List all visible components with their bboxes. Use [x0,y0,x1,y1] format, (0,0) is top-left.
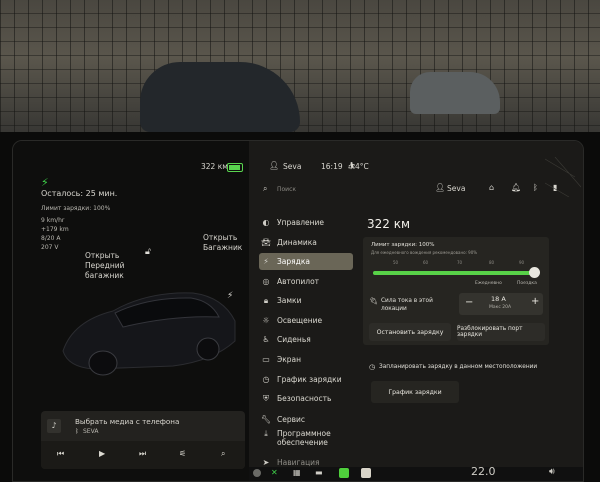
charge-limit-label: Лимит зарядки: 100% [371,242,435,248]
charge-added: +179 km [41,226,69,233]
download-icon: ⤓ [264,429,268,438]
current-stepper: − 18 A Макс 20A + [459,293,543,315]
status-time: 16:19 [321,162,343,171]
menu-item-software[interactable]: ⤓ Программное обеспечение [259,429,353,451]
schedule-label: Запланировать зарядку в данном местополо… [379,364,538,370]
volume-icon[interactable]: 🔊︎ [549,467,555,477]
sun-icon: ☼ [262,316,270,325]
media-player: ♪ Выбрать медиа с телефона ᛒ SEVA ⏮︎ ▶︎ … [41,411,245,469]
equalizer-icon[interactable]: ⚟ [179,449,186,458]
charge-limit-slider-track[interactable] [373,271,539,275]
menu-item-controls[interactable]: ◐ Управление [259,214,353,231]
home-icon[interactable]: ⌂ [489,183,494,192]
map-edge [545,157,581,197]
previous-track-icon[interactable]: ⏮︎ [57,449,64,459]
clock-icon: ◷ [262,375,270,384]
stop-charging-button[interactable]: Остановить зарядку [369,323,451,341]
settings-panel: 👤︎ Seva 16:19 ⛹︎ 4°C ⌕ Поиск 👤︎ Seva ⌂ 🔔… [249,141,583,481]
profile-icon[interactable]: 👤︎ [435,183,445,192]
dock-video-icon[interactable]: ▬ [315,468,323,477]
steering-icon: ◎ [262,277,270,286]
tick-80: 80 [489,260,495,265]
menu-item-dynamics[interactable]: 🚘︎ Динамика [259,234,353,251]
menu-item-charge-schedule[interactable]: ◷ График зарядки [259,371,353,388]
increase-current-button[interactable]: + [531,296,539,307]
menu-item-service[interactable]: 🔧︎ Сервис [259,411,353,428]
dock-green-app-icon[interactable] [339,468,349,478]
dock-dot-icon[interactable] [253,469,261,477]
status-user-name[interactable]: Seva [283,162,301,171]
decrease-current-button[interactable]: − [465,297,473,308]
current-max: Макс 20A [489,305,512,310]
wrench-icon: 🔧︎ [260,415,272,424]
fence-background [0,0,600,140]
charge-limit-fill [373,271,539,275]
charge-limit-panel: Лимит зарядки: 100% Для ежедневного вожд… [363,237,549,345]
toggle-icon: ◐ [262,218,270,227]
menu-item-display[interactable]: ▭ Экран [259,351,353,368]
unlock-icon[interactable]: 🔓︎ [145,247,151,257]
charge-time-remaining: Осталось: 25 мин. [41,189,118,198]
charging-bolt-icon: ⚡ [41,176,49,189]
media-title: Выбрать медиа с телефона [75,417,180,426]
charge-limit-hint: Для ежедневного вождения рекомендовано: … [371,250,478,255]
menu-item-seats[interactable]: ♿︎ Сиденья [259,331,353,348]
dock-app-icon[interactable] [361,468,371,478]
user-icon[interactable]: 👤︎ [269,161,279,170]
current-value: 18 A [491,295,506,303]
tick-50: 50 [393,260,399,265]
open-trunk-button[interactable]: Открыть Багажник [203,233,242,253]
charge-schedule-button[interactable]: График зарядки [371,381,459,403]
charge-rate: 9 km/hr [41,217,65,224]
car-model-3d [62,292,236,376]
touchscreen: ⚡ Осталось: 25 мин. Лимит зарядки: 100% … [12,140,584,482]
daily-label[interactable]: Ежедневно [475,281,502,286]
tick-70: 70 [457,260,463,265]
bottom-dock: ✕ ▦ ▬ 22.0 🔊︎ [249,465,583,481]
bluetooth-icon[interactable]: ᛒ [533,183,538,192]
car-icon: 🚘︎ [260,238,272,247]
search-icon[interactable]: ⌕ [263,184,267,194]
media-controls: ⏮︎ ▶︎ ⏭︎ ⚟ ⌕ [41,441,245,469]
music-note-icon: ♪ [47,419,61,433]
current-label: Сила тока в этой локации [381,298,433,312]
unlock-charge-port-button[interactable]: Разблокировать порт зарядки [457,323,545,341]
status-temperature: 4°C [355,162,369,171]
charge-voltage: 207 V [41,244,59,251]
tick-60: 60 [423,260,429,265]
menu-item-charging[interactable]: ⚡ Зарядка [259,253,353,270]
parked-car-background-2 [410,72,500,114]
profile-name[interactable]: Seva [447,184,465,193]
dock-cross-icon[interactable]: ✕ [271,468,278,477]
menu-item-safety[interactable]: ⛨ Безопасность [259,390,353,407]
charge-limit-slider-handle[interactable] [529,267,540,278]
play-icon[interactable]: ▶︎ [99,449,105,458]
charge-current: 8/20 A [41,235,61,242]
navigation-icon: ➤ [262,458,270,467]
bolt-icon: ⚡ [263,257,269,266]
bell-icon[interactable]: 🔔︎ [511,183,521,192]
trip-label[interactable]: Поездка [517,281,537,286]
tick-90: 90 [519,260,525,265]
menu-item-locks[interactable]: 🔒︎ Замки [259,292,353,309]
charge-limit-text: Лимит зарядки: 100% [41,205,111,212]
plug-icon: 🔌︎ [369,297,378,305]
media-bluetooth-icon: ᛒ [75,428,79,435]
seat-icon: ♿︎ [262,335,270,344]
range-indicator: 322 км [201,162,228,171]
dock-camera-icon[interactable]: ▦ [293,468,301,477]
screen-icon: ▭ [262,355,270,364]
next-track-icon[interactable]: ⏭︎ [139,449,146,459]
media-search-icon[interactable]: ⌕ [221,449,225,459]
media-source: SEVA [83,428,99,435]
range-title: 322 км [367,217,411,231]
menu-item-lighting[interactable]: ☼ Освещение [259,312,353,329]
search-input[interactable]: Поиск [277,186,296,193]
schedule-clock-icon: ◷ [369,363,376,371]
lock-icon: 🔒︎ [263,295,269,305]
dock-temperature[interactable]: 22.0 [471,465,496,478]
shield-icon: ⛨ [263,393,269,403]
menu-item-autopilot[interactable]: ◎ Автопилот [259,273,353,290]
battery-icon [227,163,243,172]
